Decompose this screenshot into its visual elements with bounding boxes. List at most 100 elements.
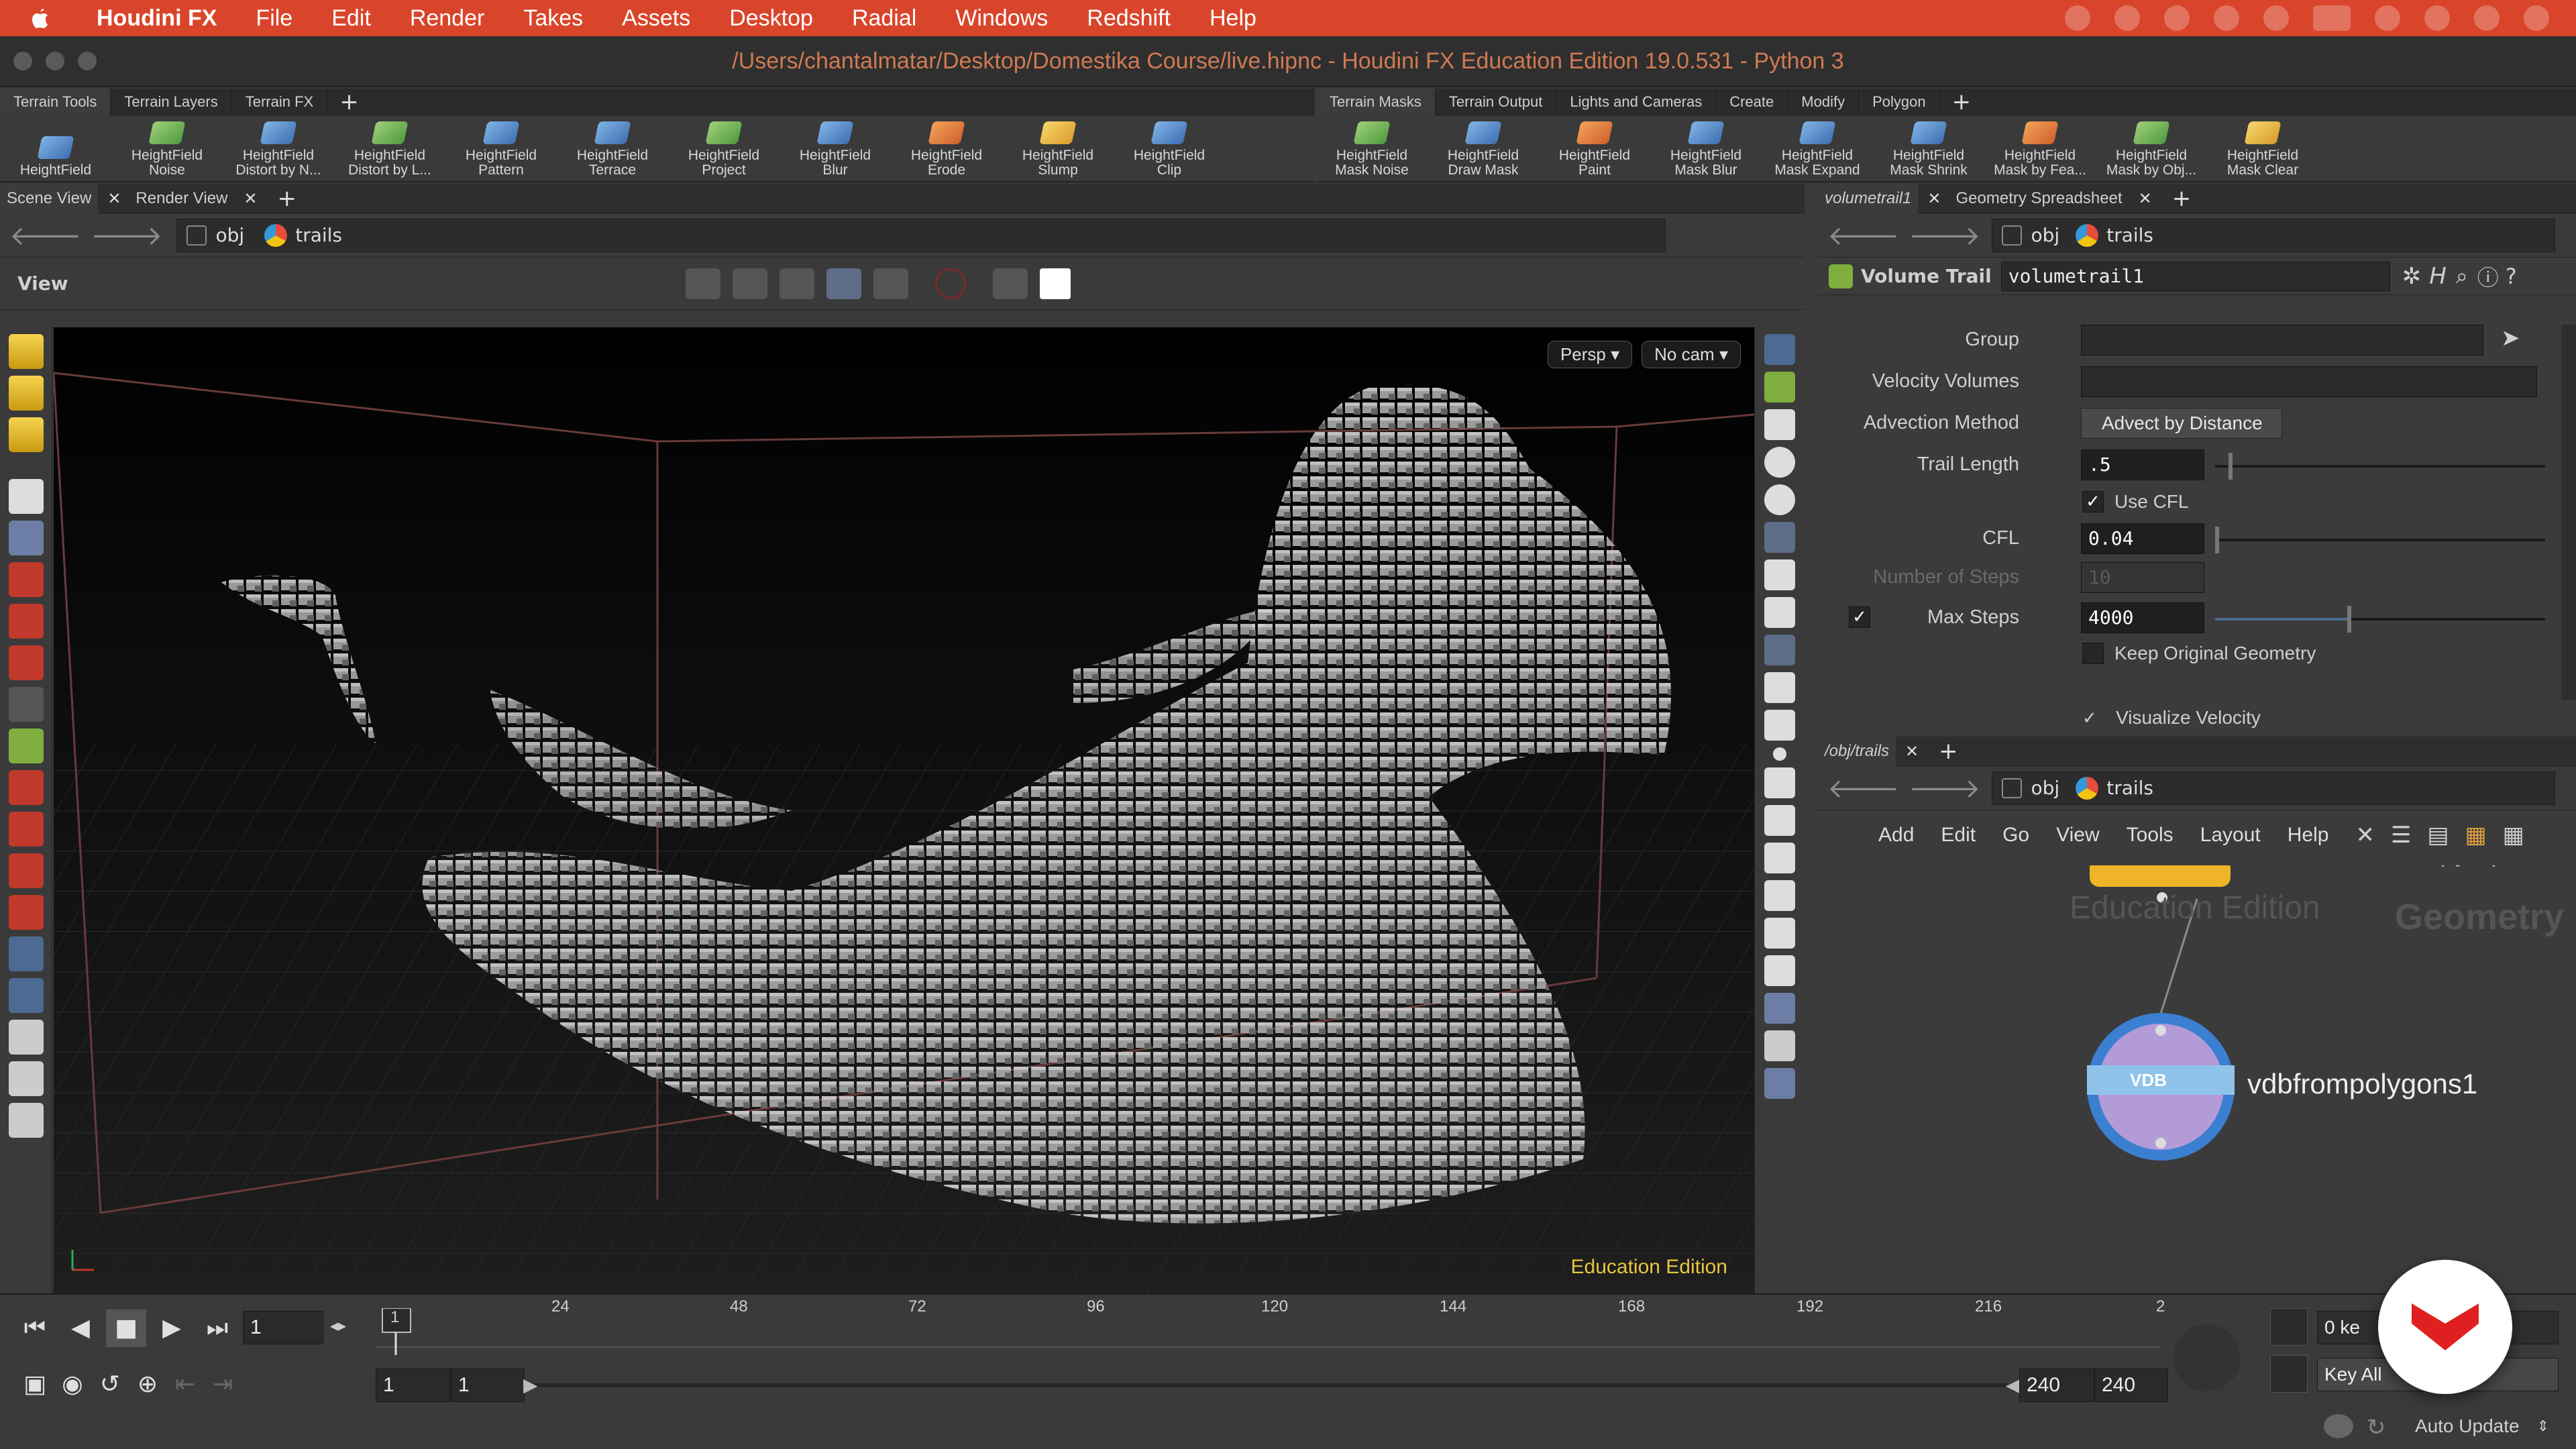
battery-icon[interactable] bbox=[2313, 5, 2351, 31]
gear-settings-icon[interactable] bbox=[1039, 268, 1071, 299]
upper-node-label[interactable]: copytopoints1 bbox=[2412, 865, 2576, 867]
keyframe-tool-icon[interactable] bbox=[2174, 1324, 2241, 1391]
pose-icon[interactable] bbox=[8, 645, 44, 680]
shelf-tab-terrain-fx[interactable]: Terrain FX bbox=[232, 88, 328, 115]
network-menu-help[interactable]: Help bbox=[2288, 824, 2329, 847]
tool-heightfield[interactable]: HeightField bbox=[0, 115, 111, 182]
range-end-field[interactable]: 240 bbox=[2019, 1368, 2094, 1402]
path-breadcrumb[interactable]: obj trails bbox=[1991, 771, 2555, 805]
ghost-icon[interactable] bbox=[1764, 372, 1795, 402]
next-key-icon[interactable]: ⇥ bbox=[207, 1366, 239, 1403]
close-tab-icon[interactable]: ✕ bbox=[1905, 742, 1919, 761]
tab-obj-trails[interactable]: /obj/trails bbox=[1818, 736, 1896, 766]
tool-mask-clear[interactable]: HeightField Mask Clear bbox=[2207, 115, 2318, 182]
add-pane-tab-button[interactable]: + bbox=[266, 185, 309, 212]
close-tab-icon[interactable]: ✕ bbox=[107, 189, 121, 208]
display-options-icon[interactable] bbox=[1764, 334, 1795, 365]
camera-icon[interactable] bbox=[1764, 635, 1795, 665]
shading-icon[interactable] bbox=[1764, 484, 1795, 515]
back-arrow-icon[interactable]: 🡐 bbox=[1827, 219, 1899, 252]
trail-length-slider[interactable] bbox=[2215, 453, 2545, 480]
prev-key-icon[interactable]: ⇤ bbox=[169, 1366, 201, 1403]
close-tab-icon[interactable]: ✕ bbox=[244, 189, 257, 208]
list-icon[interactable]: ▤ bbox=[2427, 822, 2449, 849]
help-icon[interactable]: ? bbox=[2506, 264, 2517, 289]
curve-icon[interactable] bbox=[2270, 1355, 2308, 1393]
menu-desktop[interactable]: Desktop bbox=[729, 5, 813, 32]
no-cam-button[interactable]: No cam ▾ bbox=[1642, 341, 1741, 368]
tool-mask-by-feature[interactable]: HeightField Mask by Fea... bbox=[1984, 115, 2096, 182]
range-end-handle[interactable]: ◀ bbox=[2006, 1374, 2021, 1396]
tool-heightfield-pattern[interactable]: HeightField Pattern bbox=[445, 115, 557, 182]
move-tool-icon[interactable] bbox=[8, 376, 44, 411]
max-steps-field[interactable]: 4000 bbox=[2081, 602, 2204, 633]
menu-redshift[interactable]: Redshift bbox=[1087, 5, 1171, 32]
add-shelf-tab-button[interactable]: + bbox=[1940, 89, 1984, 115]
start-frame-field[interactable]: 1 bbox=[376, 1368, 451, 1402]
magnet-strong-icon[interactable] bbox=[8, 895, 44, 930]
max-steps-slider-handle[interactable] bbox=[2347, 606, 2351, 633]
wireframe-icon[interactable] bbox=[1764, 993, 1795, 1024]
tree-icon[interactable]: ☰ bbox=[2391, 822, 2411, 849]
add-shelf-tab-button[interactable]: + bbox=[327, 89, 371, 115]
tool-heightfield-terrace[interactable]: HeightField Terrace bbox=[557, 115, 668, 182]
search-icon[interactable] bbox=[2424, 5, 2450, 31]
shelf-tab-terrain-masks[interactable]: Terrain Masks bbox=[1316, 88, 1436, 115]
grammarly-icon[interactable] bbox=[2114, 5, 2140, 31]
shelf-tab-terrain-tools[interactable]: Terrain Tools bbox=[0, 88, 111, 115]
stack-icon[interactable] bbox=[8, 1020, 44, 1055]
trail-length-slider-handle[interactable] bbox=[2228, 453, 2233, 480]
param-scrollbar[interactable] bbox=[2561, 325, 2576, 700]
pivot-icon[interactable] bbox=[8, 729, 44, 763]
audio-icon[interactable]: ▣ bbox=[19, 1366, 51, 1403]
end-frame-field[interactable]: 240 bbox=[2094, 1368, 2168, 1402]
houdini-help-icon[interactable]: H bbox=[2429, 263, 2447, 290]
shelf-tab-polygon[interactable]: Polygon bbox=[1859, 88, 1940, 115]
shelf-tab-terrain-output[interactable]: Terrain Output bbox=[1436, 88, 1557, 115]
path-breadcrumb[interactable]: obj trails bbox=[1991, 218, 2555, 252]
stop-icon[interactable]: ■ bbox=[106, 1309, 146, 1347]
back-arrow-icon[interactable]: 🡐 bbox=[9, 219, 81, 252]
color-palette-icon[interactable]: ▦ bbox=[2465, 822, 2487, 849]
select-arrow-icon[interactable]: ➤ bbox=[2501, 325, 2520, 352]
use-cfl-checkbox[interactable]: ✓ bbox=[2082, 491, 2104, 513]
refresh-icon[interactable]: ↻ bbox=[2367, 1414, 2394, 1441]
light-icon[interactable] bbox=[1764, 522, 1795, 553]
add-pane-tab-button[interactable]: + bbox=[2160, 185, 2204, 212]
cfl-slider[interactable] bbox=[2215, 527, 2545, 553]
path-breadcrumb[interactable]: obj trails bbox=[176, 218, 1666, 252]
view-handle-icon[interactable] bbox=[685, 268, 720, 299]
translate-icon[interactable] bbox=[8, 604, 44, 639]
menu-render[interactable]: Render bbox=[410, 5, 485, 32]
node-name-label[interactable]: vdbfrompolygons1 bbox=[2247, 1068, 2477, 1100]
disable-icon[interactable] bbox=[934, 268, 966, 299]
menu-app-name[interactable]: Houdini FX bbox=[97, 5, 217, 32]
advection-method-dropdown[interactable]: Advect by Distance bbox=[2081, 408, 2282, 439]
tool-heightfield-distort-noise[interactable]: HeightField Distort by N... bbox=[223, 115, 334, 182]
angle-icon[interactable] bbox=[1764, 955, 1795, 986]
handle-icon[interactable] bbox=[8, 687, 44, 722]
menu-assets[interactable]: Assets bbox=[622, 5, 690, 32]
cloud-icon[interactable] bbox=[2323, 1414, 2353, 1438]
pin-icon[interactable] bbox=[8, 812, 44, 847]
jump-end-icon[interactable]: ⏭ bbox=[197, 1309, 237, 1347]
menu-file[interactable]: File bbox=[256, 5, 292, 32]
tool-heightfield-slump[interactable]: HeightField Slump bbox=[1002, 115, 1114, 182]
play-icon[interactable] bbox=[2164, 5, 2190, 31]
range-start-field[interactable]: 1 bbox=[451, 1368, 525, 1402]
forward-arrow-icon[interactable]: 🡒 bbox=[1909, 771, 1980, 804]
network-menu-tools[interactable]: Tools bbox=[2127, 824, 2174, 847]
target-icon[interactable]: ⊕ bbox=[131, 1366, 164, 1403]
light-bulb-icon[interactable] bbox=[1764, 597, 1795, 628]
gear-icon[interactable]: ✲ bbox=[2402, 263, 2422, 290]
clock-icon[interactable] bbox=[8, 978, 44, 1013]
loop-icon[interactable]: ↺ bbox=[94, 1366, 126, 1403]
add-pane-tab-button[interactable]: + bbox=[1927, 738, 1970, 765]
info-icon[interactable]: ⓘ bbox=[2477, 261, 2499, 292]
cfl-slider-handle[interactable] bbox=[2215, 527, 2219, 553]
back-arrow-icon[interactable]: 🡐 bbox=[1827, 771, 1899, 804]
menu-windows[interactable]: Windows bbox=[955, 5, 1048, 32]
forward-arrow-icon[interactable]: 🡒 bbox=[91, 219, 162, 252]
keep-original-geometry-checkbox[interactable] bbox=[2082, 643, 2104, 664]
velocity-volumes-field[interactable] bbox=[2081, 366, 2537, 397]
